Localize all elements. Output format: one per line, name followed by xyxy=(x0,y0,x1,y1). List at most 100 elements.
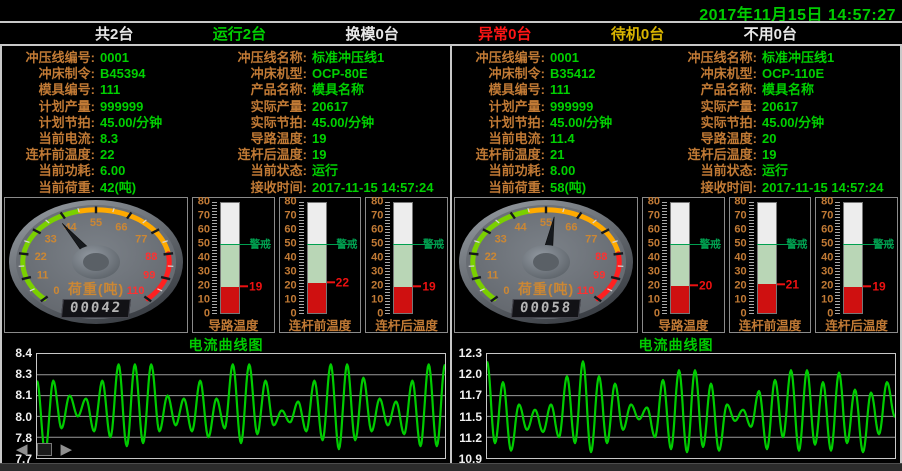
thermo-tube xyxy=(757,202,777,314)
chart-y-axis: 12.312.011.711.511.210.9 xyxy=(452,353,486,459)
thermo-pointer-dash xyxy=(690,284,698,286)
thermo-value: 19 xyxy=(863,280,885,294)
thermo-scale-labels: 80706050403020100 xyxy=(818,202,834,314)
gauge-tick-label: 66 xyxy=(115,221,127,233)
back-arrow-icon[interactable]: ◀ xyxy=(16,442,28,457)
thermo-scale-tick: 10 xyxy=(198,295,210,306)
info-label: 计划产量: xyxy=(6,99,100,115)
info-label: 冲床机型: xyxy=(666,66,762,82)
thermo-scale-tick: 0 xyxy=(291,309,297,320)
chart-y-tick-label: 8.1 xyxy=(15,388,32,402)
thermo-ruler-ticks xyxy=(212,202,217,314)
thermo-scale-tick: 40 xyxy=(371,253,383,264)
thermo-ruler-ticks xyxy=(662,202,667,314)
info-value: 45.00/分钟 xyxy=(762,115,898,131)
chart-y-tick-label: 12.0 xyxy=(459,367,482,381)
thermo-ruler-ticks xyxy=(835,202,840,314)
thermo-tube xyxy=(670,202,690,314)
info-label: 当前荷重: xyxy=(6,180,100,196)
thermo-scale-tick: 50 xyxy=(198,239,210,250)
info-value: 20 xyxy=(762,131,898,147)
gauge-tick-label: 66 xyxy=(565,221,577,233)
thermo-pointer-dash xyxy=(863,286,871,288)
status-running: 运行2台 xyxy=(213,23,266,44)
thermo-scale-labels: 80706050403020100 xyxy=(368,202,384,314)
chart-canvas xyxy=(37,354,445,458)
thermo-value-number: 19 xyxy=(249,280,262,294)
info-label: 当前功耗: xyxy=(6,163,100,179)
info-value: 999999 xyxy=(550,99,666,115)
info-value: 11.4 xyxy=(550,131,666,147)
info-value: 6.00 xyxy=(100,163,216,179)
thermo-fill xyxy=(221,287,239,313)
thermo-tube xyxy=(220,202,240,314)
gauge-tick-label: 44 xyxy=(514,221,527,233)
machine-panel: 冲压线编号:0001冲压线名称:标准冲压线1 冲床制令:B45394冲床机型:O… xyxy=(2,46,450,463)
machine-panels: 冲压线编号:0001冲压线名称:标准冲压线1 冲床制令:B45394冲床机型:O… xyxy=(0,46,902,463)
info-value: 45.00/分钟 xyxy=(550,115,666,131)
thermo-value: 19 xyxy=(413,280,435,294)
warning-label: 警戒 xyxy=(423,237,444,252)
thermo-fill xyxy=(758,284,776,313)
info-label: 实际产量: xyxy=(666,99,762,115)
forward-arrow-icon[interactable]: ▶ xyxy=(61,442,73,457)
thermometer-guideway-temp: 80706050403020100 警戒 19 导路温度 xyxy=(192,197,275,333)
info-label: 冲压线名称: xyxy=(216,50,312,66)
thermo-scale-tick: 70 xyxy=(198,211,210,222)
status-abnormal: 异常0台 xyxy=(478,23,531,44)
status-moldchange: 换模0台 xyxy=(345,23,398,44)
thermo-scale-tick: 0 xyxy=(377,309,383,320)
gauge-tick-label: 88 xyxy=(595,251,607,263)
load-gauge: 0112233445566778899110 荷重(吨) 00058 xyxy=(454,197,638,333)
thermo-scale-tick: 50 xyxy=(648,239,660,250)
status-standby: 待机0台 xyxy=(611,23,664,44)
info-label: 当前电流: xyxy=(456,131,550,147)
thermo-value: 22 xyxy=(327,275,349,289)
info-value: 19 xyxy=(312,131,448,147)
status-unused: 不用0台 xyxy=(744,23,797,44)
thermo-scale-tick: 70 xyxy=(371,211,383,222)
gauge-odometer: 00058 xyxy=(511,299,581,318)
thermo-value-number: 21 xyxy=(786,277,799,291)
thermometer-body: 80706050403020100 警戒 19 xyxy=(195,202,272,314)
thermo-scale-tick: 10 xyxy=(648,295,660,306)
info-value: 42(吨) xyxy=(100,180,216,196)
thermo-value: 19 xyxy=(240,280,262,294)
info-value: 标准冲压线1 xyxy=(762,50,898,66)
meters-row: 0112233445566778899110 荷重(吨) 00058 80706… xyxy=(452,196,900,334)
thermo-scale-labels: 80706050403020100 xyxy=(282,202,298,314)
info-value: 运行 xyxy=(312,163,448,179)
thermo-fill xyxy=(394,287,412,313)
thermo-scale-tick: 60 xyxy=(734,225,746,236)
thermometer-rod-front-temp: 80706050403020100 警戒 21 连杆前温度 xyxy=(729,197,812,333)
chart-plot-area xyxy=(486,353,896,459)
thermometer-rod-rear-temp: 80706050403020100 警戒 19 连杆后温度 xyxy=(365,197,448,333)
chart-y-tick-label: 12.3 xyxy=(459,346,482,360)
thermo-scale-tick: 0 xyxy=(654,309,660,320)
info-value: B35412 xyxy=(550,66,666,82)
thermo-scale-tick: 60 xyxy=(648,225,660,236)
thermo-scale-tick: 40 xyxy=(198,253,210,264)
gauge-tick-label: 22 xyxy=(35,251,47,263)
top-bar: 2017年11月15日 14:57:27 xyxy=(0,0,902,21)
thermo-value: 21 xyxy=(777,277,799,291)
thermo-scale-tick: 50 xyxy=(371,239,383,250)
thermo-value-number: 19 xyxy=(872,280,885,294)
thermo-scale-tick: 50 xyxy=(284,239,296,250)
thermo-pointer-dash xyxy=(240,286,248,288)
thermometer-rod-front-temp: 80706050403020100 警戒 22 连杆前温度 xyxy=(279,197,362,333)
machine-panel: 冲压线编号:0001冲压线名称:标准冲压线1 冲床制令:B35412冲床机型:O… xyxy=(450,46,900,463)
gauge-tick-label: 88 xyxy=(145,251,157,263)
thermo-fill xyxy=(308,283,326,313)
thermo-fill xyxy=(844,287,862,313)
thermometer-body: 80706050403020100 警戒 19 xyxy=(818,202,895,314)
info-label: 冲床制令: xyxy=(456,66,550,82)
page-icon[interactable] xyxy=(37,443,52,456)
thermo-value-number: 19 xyxy=(422,280,435,294)
thermo-scale-tick: 30 xyxy=(284,267,296,278)
warning-label: 警戒 xyxy=(250,237,271,252)
info-label: 计划产量: xyxy=(456,99,550,115)
warning-label: 警戒 xyxy=(786,237,807,252)
info-value: 19 xyxy=(762,147,898,163)
info-label: 连杆后温度: xyxy=(666,147,762,163)
